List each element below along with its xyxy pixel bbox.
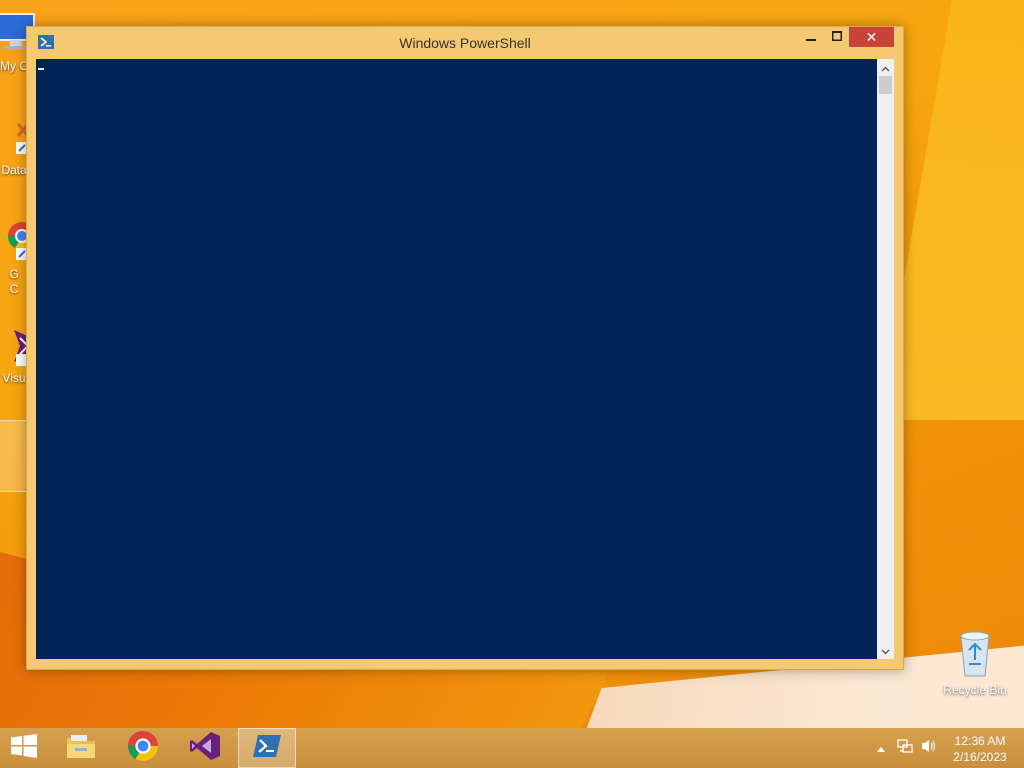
clock-date: 2/16/2023 xyxy=(953,750,1007,764)
minimize-icon xyxy=(806,28,816,46)
recycle-bin-icon xyxy=(937,630,1013,681)
powershell-window[interactable]: Windows PowerShell ✕ xyxy=(26,26,904,670)
maximize-button[interactable] xyxy=(823,27,851,47)
scroll-down-button[interactable] xyxy=(877,642,894,659)
taskbar-powershell[interactable] xyxy=(238,728,296,768)
title-bar[interactable]: Windows PowerShell ✕ xyxy=(27,27,903,59)
clock-time: 12:36 AM xyxy=(954,734,1006,748)
chevron-up-icon xyxy=(877,739,885,757)
powershell-icon xyxy=(253,734,281,762)
taskbar-file-explorer[interactable] xyxy=(52,728,110,768)
text-cursor xyxy=(38,68,44,70)
close-button[interactable]: ✕ xyxy=(849,27,894,47)
taskbar-visual-studio[interactable] xyxy=(176,728,234,768)
volume-tray-button[interactable] xyxy=(921,738,937,759)
file-explorer-icon xyxy=(65,732,97,765)
close-icon: ✕ xyxy=(865,28,878,45)
chrome-icon xyxy=(127,730,159,767)
window-title: Windows PowerShell xyxy=(399,35,531,51)
chevron-up-icon xyxy=(881,59,890,77)
desktop-icon-recycle-bin[interactable]: Recycle Bin xyxy=(937,630,1013,698)
visual-studio-icon xyxy=(189,731,221,766)
scroll-up-button[interactable] xyxy=(877,59,894,76)
speaker-icon xyxy=(921,738,937,759)
network-icon xyxy=(897,738,913,759)
chevron-down-icon xyxy=(881,642,890,660)
show-hidden-icons-button[interactable] xyxy=(873,740,889,756)
taskbar-chrome[interactable] xyxy=(114,728,172,768)
maximize-icon xyxy=(832,28,842,46)
taskbar-clock[interactable]: 12:36 AM 2/16/2023 xyxy=(944,733,1016,765)
desktop-icon-label: Recycle Bin xyxy=(943,683,1007,697)
start-button[interactable] xyxy=(0,728,48,768)
network-tray-button[interactable] xyxy=(897,738,913,759)
console-area[interactable] xyxy=(36,59,877,659)
desktop: My C Data G C Visu Recycle Bin Windows P… xyxy=(0,0,1024,768)
taskbar: 12:36 AM 2/16/2023 xyxy=(0,728,1024,768)
minimize-button[interactable] xyxy=(797,27,825,47)
desktop-icon-selection[interactable] xyxy=(0,420,28,492)
vertical-scrollbar[interactable] xyxy=(877,59,894,659)
windows-logo-icon xyxy=(11,733,37,763)
scrollbar-thumb[interactable] xyxy=(879,76,892,94)
